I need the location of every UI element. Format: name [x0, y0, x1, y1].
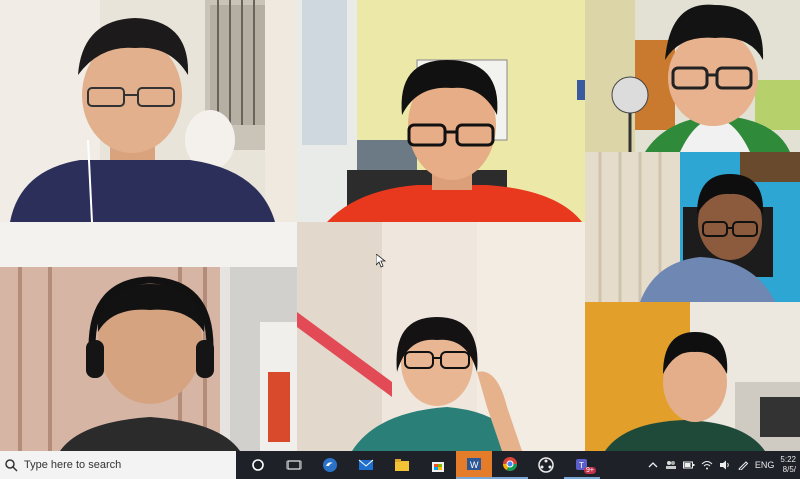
- participant-video-1[interactable]: [0, 0, 297, 222]
- wifi-icon: [701, 461, 713, 470]
- video-frame-2: [297, 0, 585, 222]
- chrome-icon: [503, 457, 517, 471]
- store-button[interactable]: [420, 451, 456, 479]
- participant-video-6[interactable]: [297, 222, 585, 451]
- store-bag-icon: [432, 462, 444, 472]
- video-grid: [0, 0, 800, 451]
- chevron-up-icon: [648, 462, 658, 468]
- participant-video-2[interactable]: [297, 0, 585, 222]
- people-tray-button[interactable]: [665, 459, 677, 471]
- volume-tray-button[interactable]: [719, 459, 731, 471]
- battery-icon: [682, 461, 695, 469]
- mail-button[interactable]: [348, 451, 384, 479]
- participant-video-3[interactable]: [585, 0, 800, 152]
- clock-date: 8/5/: [782, 465, 796, 474]
- search-placeholder: Type here to search: [24, 459, 122, 471]
- task-view-icon: [286, 460, 302, 470]
- video-frame-3: [585, 0, 800, 152]
- speaker-icon: [719, 460, 729, 470]
- video-frame-1: [0, 0, 297, 222]
- folder-icon: [395, 459, 409, 471]
- chrome-button[interactable]: [492, 451, 528, 479]
- taskbar-apps: W T 9+: [240, 451, 600, 479]
- pen-icon: [738, 461, 749, 470]
- file-explorer-button[interactable]: [384, 451, 420, 479]
- system-tray: ENG 5:22 8/5/: [647, 451, 800, 479]
- cursor-arrow-icon: [375, 253, 387, 268]
- reel-icon: [538, 457, 554, 473]
- people-icon: [665, 461, 676, 469]
- word-icon: W: [467, 458, 481, 470]
- windows-taskbar: Type here to search W T 9+ ENG 5:22 8/5/: [0, 451, 800, 479]
- show-hidden-icons-button[interactable]: [647, 459, 659, 471]
- teams-button[interactable]: T 9+: [564, 451, 600, 479]
- participant-video-5[interactable]: [0, 222, 297, 451]
- edge-icon: [323, 458, 337, 472]
- cortana-icon: [252, 459, 264, 471]
- video-frame-7: [585, 302, 800, 451]
- video-frame-4: [585, 152, 800, 302]
- teams-notification-badge: 9+: [584, 467, 596, 474]
- battery-tray-button[interactable]: [682, 459, 695, 471]
- video-frame-6: [297, 222, 585, 451]
- participant-video-7[interactable]: [585, 302, 800, 451]
- clock-time: 5:22: [780, 455, 796, 464]
- wifi-tray-button[interactable]: [701, 459, 713, 471]
- video-frame-5: [0, 222, 297, 451]
- media-app-button[interactable]: [528, 451, 564, 479]
- cortana-button[interactable]: [240, 451, 276, 479]
- taskbar-clock[interactable]: 5:22 8/5/: [780, 455, 796, 475]
- language-indicator[interactable]: ENG: [755, 460, 775, 470]
- mail-icon: [358, 459, 374, 470]
- pen-tray-button[interactable]: [737, 459, 749, 471]
- task-view-button[interactable]: [276, 451, 312, 479]
- search-icon: [5, 459, 18, 472]
- participant-video-4[interactable]: [585, 152, 800, 302]
- word-button[interactable]: W: [456, 451, 492, 479]
- edge-button[interactable]: [312, 451, 348, 479]
- svg-text:W: W: [470, 460, 479, 470]
- taskbar-search-box[interactable]: Type here to search: [0, 451, 236, 479]
